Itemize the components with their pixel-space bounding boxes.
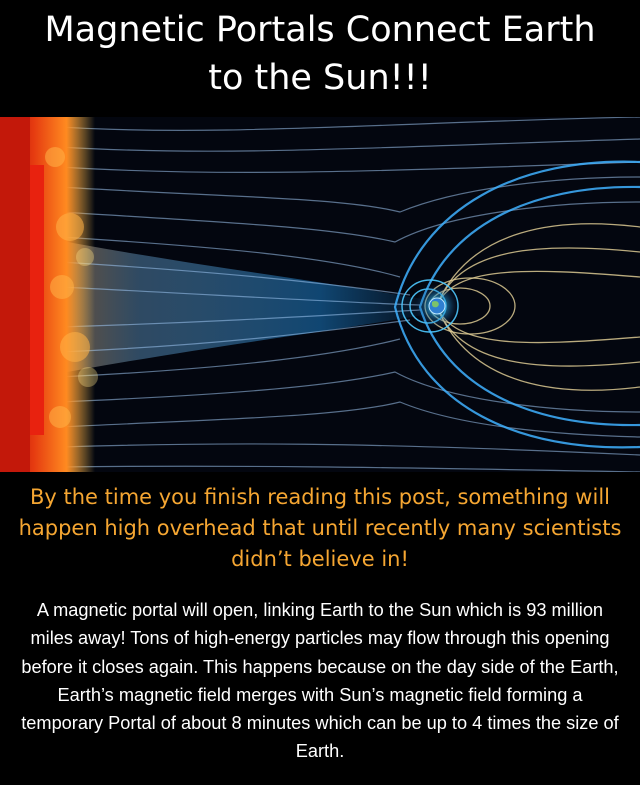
- headline-subtitle: By the time you finish reading this post…: [18, 485, 622, 571]
- post-title: Magnetic Portals Connect Earth to the Su…: [0, 6, 640, 102]
- sun-earth-magnetosphere-illustration: [0, 117, 640, 472]
- post-title-line-1: Magnetic Portals Connect Earth: [44, 10, 596, 50]
- post-title-line-2: to the Sun!!!: [208, 58, 432, 98]
- body-paragraph: A magnetic portal will open, linking Ear…: [21, 600, 619, 762]
